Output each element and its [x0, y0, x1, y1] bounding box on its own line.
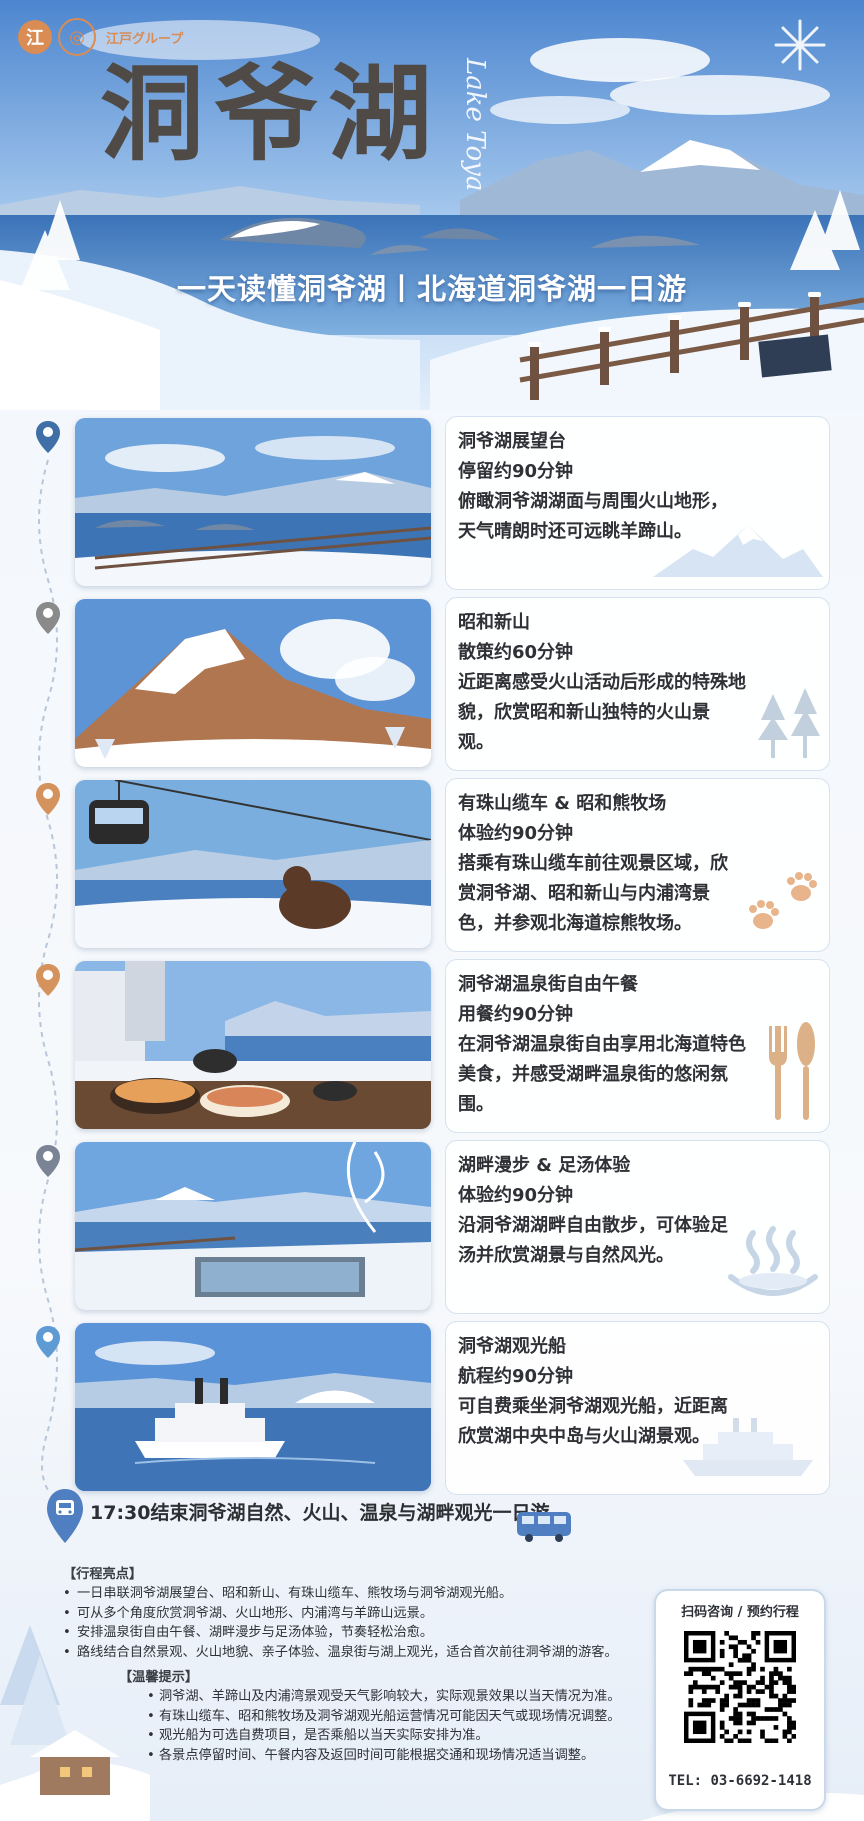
stop-card: 洞爷湖观光船 航程约90分钟可自费乘坐洞爷湖观光船，近距离 欣赏湖中央中岛与火山湖景…	[445, 1321, 830, 1495]
stop-photo	[75, 418, 431, 586]
stop-description-line: 赏洞爷湖、昭和新山与内浦湾景	[458, 883, 710, 904]
tips-title: 【温馨提示】	[119, 1670, 199, 1686]
stop-text: 洞爷湖展望台 停留约90分钟俯瞰洞爷湖湖面与周围火山地形， 天气晴朗时还可远眺羊蹄山…	[458, 427, 819, 547]
stop-photo	[75, 961, 431, 1129]
qr-code-icon[interactable]	[684, 1631, 796, 1743]
stop-card: 湖畔漫步 & 足汤体验 体验约90分钟沿洞爷湖湖畔自由散步，可体验足 汤并欣赏湖景与…	[445, 1140, 830, 1314]
stop-description-line: 可自费乘坐洞爷湖观光船，近距离	[458, 1396, 728, 1417]
stop-photo	[75, 599, 431, 767]
info-text-block: 【行程亮点】 一日串联洞爷湖展望台、昭和新山、有珠山缆车、熊牧场与洞爷湖观光船。…	[63, 1565, 653, 1765]
stop-description-line: 在洞爷湖温泉街自由享用北海道特色	[458, 1034, 746, 1055]
stop-photo	[75, 1323, 431, 1491]
stop-description-line: 沿洞爷湖湖畔自由散步，可体验足	[458, 1215, 728, 1236]
contact-phone[interactable]: TEL: 03-6692-1418	[656, 1773, 824, 1789]
stop-name: 洞爷湖温泉街自由午餐	[458, 974, 638, 995]
stop-description-line: 汤并欣赏湖景与自然风光。	[458, 1245, 674, 1266]
stop-photo	[75, 780, 431, 948]
stop-description-line: 天气晴朗时还可远眺羊蹄山。	[458, 521, 692, 542]
itinerary-stop: 有珠山缆车 & 昭和熊牧场 体验约90分钟搭乘有珠山缆车前往观景区域，欣 赏洞爷湖、…	[75, 778, 830, 952]
highlights-list: 一日串联洞爷湖展望台、昭和新山、有珠山缆车、熊牧场与洞爷湖观光船。 可从多个角度…	[63, 1584, 653, 1662]
itinerary-stop: 洞爷湖观光船 航程约90分钟可自费乘坐洞爷湖观光船，近距离 欣赏湖中央中岛与火山湖景…	[75, 1321, 830, 1495]
stop-description-line: 色，并参观北海道棕熊牧场。	[458, 913, 692, 934]
stop-text: 洞爷湖观光船 航程约90分钟可自费乘坐洞爷湖观光船，近距离 欣赏湖中央中岛与火山湖景…	[458, 1332, 819, 1452]
location-pin-icon	[35, 1325, 61, 1359]
stop-description-line: 美食，并感受湖畔温泉街的悠闲氛	[458, 1064, 728, 1085]
stop-duration: 航程约90分钟	[458, 1366, 574, 1387]
tips-list: 洞爷湖、羊蹄山及内浦湾景观受天气影响较大，实际观景效果以当天情况为准。 有珠山缆…	[147, 1687, 653, 1765]
stop-duration: 体验约90分钟	[458, 823, 574, 844]
tip-item: 各景点停留时间、午餐内容及返回时间可能根据交通和现场情况适当调整。	[147, 1746, 653, 1766]
stop-photo	[75, 1142, 431, 1310]
itinerary-stop: 湖畔漫步 & 足汤体验 体验约90分钟沿洞爷湖湖畔自由散步，可体验足 汤并欣赏湖景与…	[75, 1140, 830, 1314]
location-pin-icon	[35, 963, 61, 997]
stop-description-line: 搭乘有珠山缆车前往观景区域，欣	[458, 853, 728, 874]
stop-description-line: 围。	[458, 1094, 494, 1115]
stop-description-line: 貌，欣赏昭和新山独特的火山景	[458, 702, 710, 723]
stop-card: 洞爷湖展望台 停留约90分钟俯瞰洞爷湖湖面与周围火山地形， 天气晴朗时还可远眺羊蹄山…	[445, 416, 830, 590]
stop-description-line: 近距离感受火山活动后形成的特殊地	[458, 672, 746, 693]
stop-description-line: 欣赏湖中央中岛与火山湖景观。	[458, 1426, 710, 1447]
stop-text: 昭和新山散策约60分钟近距离感受火山活动后形成的特殊地 貌，欣赏昭和新山独特的火山…	[458, 608, 819, 758]
itinerary-stop: 洞爷湖温泉街自由午餐 用餐约90分钟在洞爷湖温泉街自由享用北海道特色 美食，并感受湖…	[75, 959, 830, 1133]
location-pin-icon	[35, 1144, 61, 1178]
stop-duration: 用餐约90分钟	[458, 1004, 574, 1025]
stop-text: 有珠山缆车 & 昭和熊牧场 体验约90分钟搭乘有珠山缆车前往观景区域，欣 赏洞爷湖、…	[458, 789, 819, 939]
tip-item: 洞爷湖、羊蹄山及内浦湾景观受天气影响较大，实际观景效果以当天情况为准。	[147, 1687, 653, 1707]
stop-text: 湖畔漫步 & 足汤体验 体验约90分钟沿洞爷湖湖畔自由散步，可体验足 汤并欣赏湖景与…	[458, 1151, 819, 1271]
highlight-item: 安排温泉街自由午餐、湖畔漫步与足汤体验，节奏轻松治愈。	[63, 1623, 653, 1643]
highlight-item: 可从多个角度欣赏洞爷湖、火山地形、内浦湾与羊蹄山远景。	[63, 1604, 653, 1624]
stop-name: 湖畔漫步 & 足汤体验	[458, 1155, 631, 1176]
stop-name: 有珠山缆车 & 昭和熊牧场	[458, 793, 667, 814]
bus-pin-icon	[47, 1489, 83, 1543]
location-pin-icon	[35, 420, 61, 454]
location-pin-icon	[35, 601, 61, 635]
itinerary-stop: 洞爷湖展望台 停留约90分钟俯瞰洞爷湖湖面与周围火山地形， 天气晴朗时还可远眺羊蹄山…	[75, 416, 830, 590]
stop-duration: 散策约60分钟	[458, 642, 574, 663]
contact-card: 扫码咨询 / 预约行程 TEL: 03-6692-1418	[654, 1589, 826, 1811]
stop-card: 昭和新山散策约60分钟近距离感受火山活动后形成的特殊地 貌，欣赏昭和新山独特的火山…	[445, 597, 830, 771]
stop-description-line: 俯瞰洞爷湖湖面与周围火山地形，	[458, 491, 728, 512]
bus-icon	[517, 1512, 571, 1542]
itinerary-stop: 昭和新山散策约60分钟近距离感受火山活动后形成的特殊地 貌，欣赏昭和新山独特的火山…	[75, 597, 830, 771]
stop-name: 洞爷湖观光船	[458, 1336, 566, 1357]
stop-name: 昭和新山	[458, 612, 530, 633]
contact-title: 扫码咨询 / 预约行程	[681, 1605, 799, 1620]
stop-card: 有珠山缆车 & 昭和熊牧场 体验约90分钟搭乘有珠山缆车前往观景区域，欣 赏洞爷湖、…	[445, 778, 830, 952]
stop-name: 洞爷湖展望台	[458, 431, 566, 452]
info-section: 【行程亮点】 一日串联洞爷湖展望台、昭和新山、有珠山缆车、熊牧场与洞爷湖观光船。…	[0, 1545, 864, 1821]
highlight-item: 一日串联洞爷湖展望台、昭和新山、有珠山缆车、熊牧场与洞爷湖观光船。	[63, 1584, 653, 1604]
tip-item: 观光船为可选自费项目，是否乘船以当天实际安排为准。	[147, 1726, 653, 1746]
stop-duration: 体验约90分钟	[458, 1185, 574, 1206]
location-pin-icon	[35, 782, 61, 816]
stop-card: 洞爷湖温泉街自由午餐 用餐约90分钟在洞爷湖温泉街自由享用北海道特色 美食，并感受湖…	[445, 959, 830, 1133]
poster: 江 ◎ 江戸グループ 洞爷湖 Lake Toya 一天读懂洞爷湖丨北海道洞爷湖一…	[0, 0, 864, 1821]
highlight-item: 路线结合自然景观、火山地貌、亲子体验、温泉街与湖上观光，适合首次前往洞爷湖的游客…	[63, 1643, 653, 1663]
tour-end-note: 17:30结束洞爷湖自然、火山、温泉与湖畔观光一日游。	[90, 1502, 569, 1524]
stop-description-line: 观。	[458, 732, 494, 753]
stop-duration: 停留约90分钟	[458, 461, 574, 482]
stop-text: 洞爷湖温泉街自由午餐 用餐约90分钟在洞爷湖温泉街自由享用北海道特色 美食，并感受湖…	[458, 970, 819, 1120]
highlights-title: 【行程亮点】	[63, 1567, 143, 1582]
tip-item: 有珠山缆车、昭和熊牧场及洞爷湖观光船运营情况可能因天气或现场情况调整。	[147, 1707, 653, 1727]
